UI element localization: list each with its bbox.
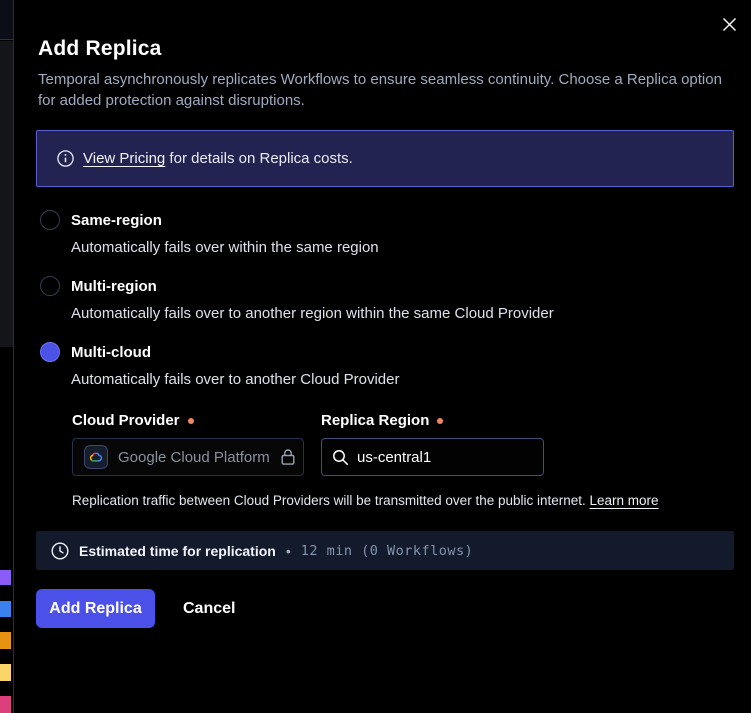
add-replica-button[interactable]: Add Replica <box>36 589 155 628</box>
note-text: Replication traffic between Cloud Provid… <box>72 493 590 508</box>
search-icon <box>332 449 349 466</box>
estimated-time-banner: Estimated time for replication • 12 min … <box>36 531 734 570</box>
option-multi-cloud: Multi-cloud Automatically fails over to … <box>40 342 734 508</box>
multi-cloud-form: Cloud Provider <box>72 412 734 476</box>
color-swatch-orange <box>0 632 11 649</box>
pricing-info-banner: View Pricing for details on Replica cost… <box>36 130 734 187</box>
pricing-banner-text: View Pricing for details on Replica cost… <box>83 150 353 167</box>
estimated-time-separator: • <box>286 543 291 559</box>
replica-region-search-box <box>321 438 544 476</box>
option-same-region-label: Same-region <box>71 212 162 229</box>
option-multi-region-row[interactable]: Multi-region <box>40 276 734 296</box>
replica-region-label: Replica Region <box>321 412 429 429</box>
option-multi-cloud-label: Multi-cloud <box>71 344 151 361</box>
option-same-region: Same-region Automatically fails over wit… <box>40 210 734 256</box>
required-dot <box>437 418 443 424</box>
lock-icon <box>280 448 296 466</box>
option-multi-cloud-description: Automatically fails over to another Clou… <box>71 371 734 388</box>
color-swatch-yellow <box>0 664 11 681</box>
option-multi-cloud-row[interactable]: Multi-cloud <box>40 342 734 362</box>
learn-more-link[interactable]: Learn more <box>590 493 659 508</box>
info-icon <box>57 150 74 167</box>
action-bar: Add Replica Cancel <box>36 589 734 628</box>
replica-option-group: Same-region Automatically fails over wit… <box>40 210 734 508</box>
modal-description: Temporal asynchronously replicates Workf… <box>38 69 734 111</box>
color-swatch-purple <box>0 570 11 585</box>
estimated-time-label: Estimated time for replication <box>79 543 276 559</box>
pricing-banner-suffix: for details on Replica costs. <box>165 150 353 167</box>
add-replica-modal: Add Replica Temporal asynchronously repl… <box>14 0 751 713</box>
public-internet-note: Replication traffic between Cloud Provid… <box>72 493 734 508</box>
required-dot <box>188 418 194 424</box>
clock-icon <box>51 542 69 560</box>
replica-region-field-group: Replica Region <box>321 412 544 476</box>
radio-same-region[interactable] <box>40 210 60 230</box>
option-multi-region-description: Automatically fails over to another regi… <box>71 305 734 322</box>
replica-region-input[interactable] <box>357 449 517 466</box>
estimated-time-value: 12 min (0 Workflows) <box>301 543 474 559</box>
color-swatch-pink <box>0 696 11 713</box>
background-page-sliver <box>0 0 14 713</box>
cloud-provider-select[interactable]: Google Cloud Platform <box>72 438 304 476</box>
cloud-provider-field-group: Cloud Provider <box>72 412 304 476</box>
background-header-sliver <box>0 0 13 40</box>
option-multi-region: Multi-region Automatically fails over to… <box>40 276 734 322</box>
option-same-region-row[interactable]: Same-region <box>40 210 734 230</box>
radio-multi-cloud[interactable] <box>40 342 60 362</box>
background-panel-sliver <box>0 41 13 347</box>
option-multi-region-label: Multi-region <box>71 278 157 295</box>
color-swatch-blue <box>0 601 11 617</box>
radio-multi-region[interactable] <box>40 276 60 296</box>
cloud-provider-value: Google Cloud Platform <box>118 449 270 466</box>
page-title: Add Replica <box>38 37 734 61</box>
cancel-button[interactable]: Cancel <box>183 600 235 618</box>
cloud-provider-label: Cloud Provider <box>72 412 180 429</box>
option-same-region-description: Automatically fails over within the same… <box>71 239 734 256</box>
google-cloud-logo-icon <box>84 445 108 469</box>
view-pricing-link[interactable]: View Pricing <box>83 150 165 167</box>
screen: Add Replica Temporal asynchronously repl… <box>0 0 751 713</box>
